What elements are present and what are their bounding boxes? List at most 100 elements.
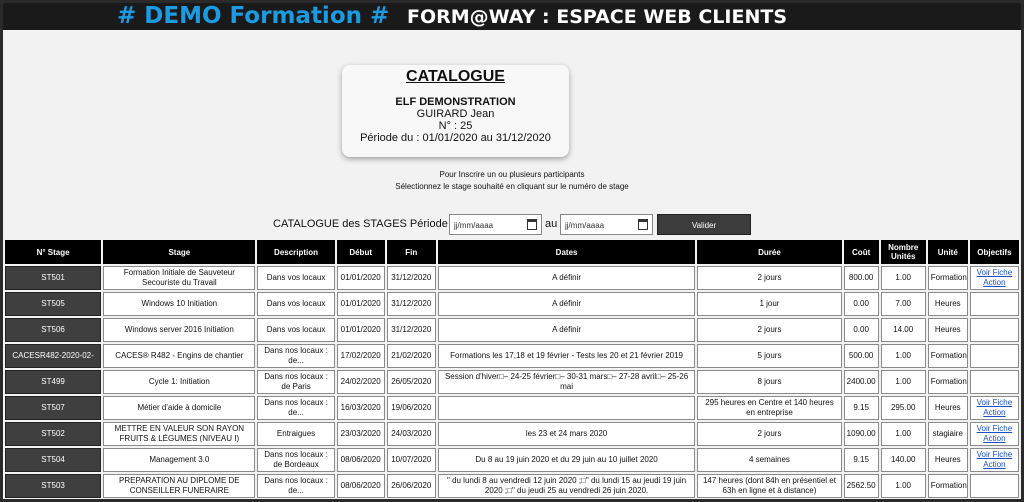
stage-number-button[interactable]: ST505: [5, 292, 102, 316]
stage-cost: 9.15: [843, 448, 879, 472]
stage-number-button[interactable]: ST504: [5, 448, 102, 472]
stage-unit: Formation: [927, 370, 968, 394]
stage-start-date: 24/02/2020: [336, 370, 385, 394]
stage-end-date: 31/12/2020: [386, 266, 436, 290]
action-sheet-link[interactable]: Voir Fiche Action: [977, 450, 1013, 469]
calendar-icon[interactable]: [527, 219, 537, 230]
stage-end-date: 26/06/2020: [386, 474, 436, 498]
stage-description: Dans vos locaux: [257, 292, 335, 316]
stage-description: Dans vos locaux: [257, 266, 335, 290]
column-header: Dates: [437, 240, 696, 264]
column-header: Durée: [697, 240, 842, 264]
stage-cost: 0.00: [843, 292, 879, 316]
stage-number-button[interactable]: ST503: [5, 474, 102, 498]
stage-start-date: 08/06/2020: [336, 448, 385, 472]
stage-name: Management 3.0: [103, 448, 256, 472]
stage-unit: Heures: [927, 318, 968, 342]
stage-objectives: Voir Fiche Action: [969, 448, 1019, 472]
action-sheet-link[interactable]: Voir Fiche Action: [977, 424, 1013, 443]
stage-start-date: 01/01/2020: [336, 318, 385, 342]
action-sheet-link[interactable]: Voir Fiche Action: [977, 268, 1013, 287]
stage-unit: Heures: [927, 396, 968, 420]
stage-end-date: 31/12/2020: [386, 318, 436, 342]
stage-units-count: 1.00: [880, 266, 926, 290]
stage-cost: 9.15: [843, 396, 879, 420]
stage-cost: 500.00: [843, 344, 879, 368]
stage-duration: 2 jours: [697, 266, 842, 290]
column-header: Unité: [927, 240, 968, 264]
stage-units-count: 1.00: [880, 370, 926, 394]
stage-number-button[interactable]: CACESR482-2020-02-: [5, 344, 102, 368]
column-header: Coût: [843, 240, 879, 264]
stage-dates: Du 8 au 19 juin 2020 et du 29 juin au 10…: [437, 448, 696, 472]
stage-objectives: Voir Fiche Action: [969, 266, 1019, 290]
column-header: Objectifs: [969, 240, 1019, 264]
client-number: N° : 25: [438, 120, 473, 132]
validate-button[interactable]: Valider: [657, 214, 751, 235]
brand-title: # DEMO Formation #: [117, 3, 390, 29]
stage-dates: " du lundi 8 au vendredi 12 juin 2020 ;□…: [437, 474, 696, 498]
stage-units-count: 1.00: [880, 422, 926, 446]
stage-units-count: 1.00: [880, 474, 926, 498]
stage-start-date: 23/03/2020: [336, 422, 385, 446]
stage-unit: Formation: [927, 266, 968, 290]
stage-unit: Formation: [927, 344, 968, 368]
catalogue-title: CATALOGUE: [406, 68, 505, 85]
end-date-placeholder: jj/mm/aaaa: [565, 221, 605, 230]
stage-cost: 2400.00: [843, 370, 879, 394]
stage-duration: 5 jours: [697, 344, 842, 368]
table-row: ST499 Cycle 1: Initiation Dans nos locau…: [5, 370, 1019, 394]
start-date-input[interactable]: jj/mm/aaaa: [449, 214, 542, 235]
stage-duration: 1 jour: [697, 292, 842, 316]
instruction-line-1: Pour Inscrire un ou plusieurs participan…: [439, 170, 585, 179]
table-header-row: N° Stage Stage Description Début Fin Dat…: [5, 240, 1019, 264]
stage-units-count: 14.00: [880, 318, 926, 342]
table-row: ST507 Métier d'aide à domicile Dans nos …: [5, 396, 1019, 420]
stage-name: Cycle 1: Initiation: [103, 370, 256, 394]
catalogue-period: Période du : 01/01/2020 au 31/12/2020: [360, 132, 551, 144]
stage-objectives: [969, 474, 1019, 498]
stage-number-button[interactable]: ST507: [5, 396, 102, 420]
calendar-icon[interactable]: [638, 219, 648, 230]
stage-end-date: 31/12/2020: [386, 292, 436, 316]
stage-description: Entraigues: [257, 422, 335, 446]
column-header: Fin: [386, 240, 436, 264]
stage-name: METTRE EN VALEUR SON RAYON FRUITS & LÉGU…: [103, 422, 256, 446]
stage-dates: les 23 et 24 mars 2020: [437, 422, 696, 446]
stage-start-date: 01/01/2020: [336, 292, 385, 316]
table-row: ST506 Windows server 2016 Initiation Dan…: [5, 318, 1019, 342]
table-row: ST501 Formation Initiale de Sauveteur Se…: [5, 266, 1019, 290]
stage-number-button[interactable]: ST499: [5, 370, 102, 394]
stage-name: Formation Initiale de Sauveteur Secouris…: [103, 266, 256, 290]
table-row: CACESR482-2020-02- CACES® R482 - Engins …: [5, 344, 1019, 368]
end-date-input[interactable]: jj/mm/aaaa: [560, 214, 653, 235]
stage-unit: stagiaire: [927, 422, 968, 446]
stage-name: PREPARATION AU DIPLOME DE CONSEILLER FUN…: [103, 474, 256, 498]
top-header-bar: # DEMO Formation # FORM@WAY : ESPACE WEB…: [3, 3, 1021, 30]
column-header: Nombre Unités: [880, 240, 926, 264]
stage-dates: Formations les 17,18 et 19 février - Tes…: [437, 344, 696, 368]
stage-dates: A définir: [437, 318, 696, 342]
stage-description: Dans nos locaux : de Paris: [257, 370, 335, 394]
portal-title: FORM@WAY : ESPACE WEB CLIENTS: [407, 6, 788, 28]
stage-number-button[interactable]: ST506: [5, 318, 102, 342]
stage-units-count: 7.00: [880, 292, 926, 316]
stage-duration: 4 semaines: [697, 448, 842, 472]
stage-start-date: 08/06/2020: [336, 474, 385, 498]
stage-units-count: 1.00: [880, 344, 926, 368]
stages-table: N° Stage Stage Description Début Fin Dat…: [3, 238, 1021, 499]
start-date-placeholder: jj/mm/aaaa: [454, 221, 494, 230]
stage-number-button[interactable]: ST502: [5, 422, 102, 446]
stage-unit: Heures: [927, 448, 968, 472]
stage-name: Windows 10 Initiation: [103, 292, 256, 316]
stage-name: Windows server 2016 Initiation: [103, 318, 256, 342]
stage-cost: 1090.00: [843, 422, 879, 446]
stage-objectives: Voir Fiche Action: [969, 396, 1019, 420]
action-sheet-link[interactable]: Voir Fiche Action: [977, 398, 1013, 417]
stage-description: Dans nos locaux : de Bordeaux: [257, 448, 335, 472]
stage-objectives: Voir Fiche Action: [969, 422, 1019, 446]
stage-cost: 2562.50: [843, 474, 879, 498]
stage-number-button[interactable]: ST501: [5, 266, 102, 290]
stage-name: CACES® R482 - Engins de chantier: [103, 344, 256, 368]
stage-dates: A définir: [437, 266, 696, 290]
